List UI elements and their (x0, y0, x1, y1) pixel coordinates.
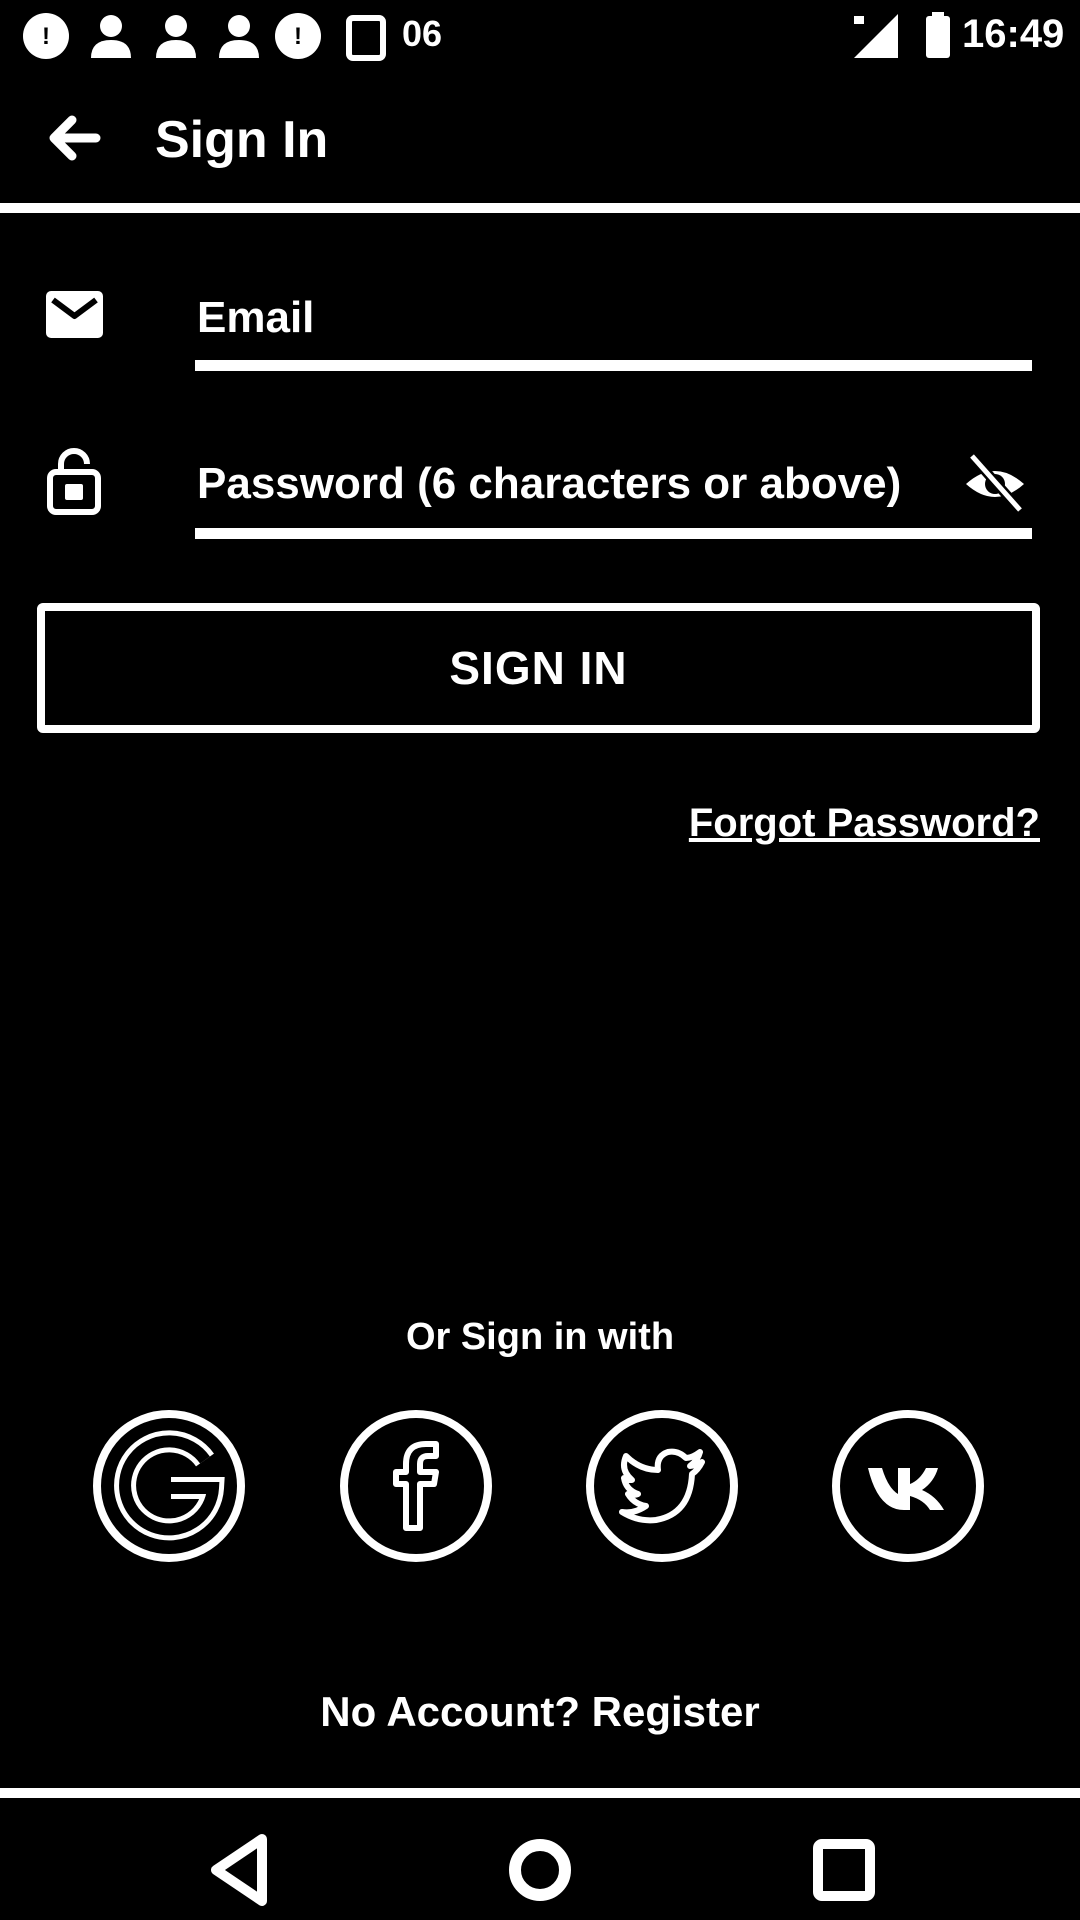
battery-icon (912, 10, 964, 62)
vk-icon (868, 1468, 944, 1510)
twitter-icon (619, 1448, 705, 1524)
svg-text:!: ! (42, 23, 50, 50)
app-bar-divider (0, 203, 1080, 213)
nav-recents-icon[interactable] (799, 1825, 889, 1915)
nav-back-icon[interactable] (196, 1825, 286, 1915)
email-field-underline (195, 360, 1032, 371)
arrow-back-icon[interactable] (42, 108, 102, 168)
status-time: 16:49 (962, 12, 1065, 56)
page-title: Sign In (155, 111, 329, 169)
password-field[interactable]: Password (6 characters or above) (197, 454, 901, 514)
status-extra-text: 06 (402, 13, 443, 54)
facebook-sign-in-button[interactable] (340, 1410, 492, 1562)
mail-icon (43, 288, 106, 341)
sd-card-icon (340, 10, 392, 62)
twitter-sign-in-button[interactable] (586, 1410, 738, 1562)
person-icon (150, 10, 202, 62)
forgot-password-link[interactable]: Forgot Password? (689, 797, 1040, 849)
lock-icon (47, 446, 101, 515)
sign-in-button[interactable]: SIGN IN (37, 603, 1040, 733)
google-icon (114, 1430, 225, 1541)
nav-bar-divider (0, 1788, 1080, 1798)
alert-icon: ! (20, 10, 72, 62)
facebook-icon (393, 1441, 439, 1531)
person-icon (213, 10, 265, 62)
google-sign-in-button[interactable] (93, 1410, 245, 1562)
person-icon (85, 10, 137, 62)
signal-icon (850, 10, 902, 62)
email-field[interactable]: Email (197, 288, 314, 348)
vk-sign-in-button[interactable] (832, 1410, 984, 1562)
password-field-underline (195, 528, 1032, 539)
nav-home-icon[interactable] (495, 1825, 585, 1915)
social-sign-in-heading: Or Sign in with (405, 1316, 675, 1358)
register-link[interactable]: No Account? Register (0, 1682, 1080, 1742)
eye-off-icon[interactable] (962, 452, 1028, 514)
svg-text:!: ! (294, 23, 302, 50)
alert-icon: ! (272, 10, 324, 62)
